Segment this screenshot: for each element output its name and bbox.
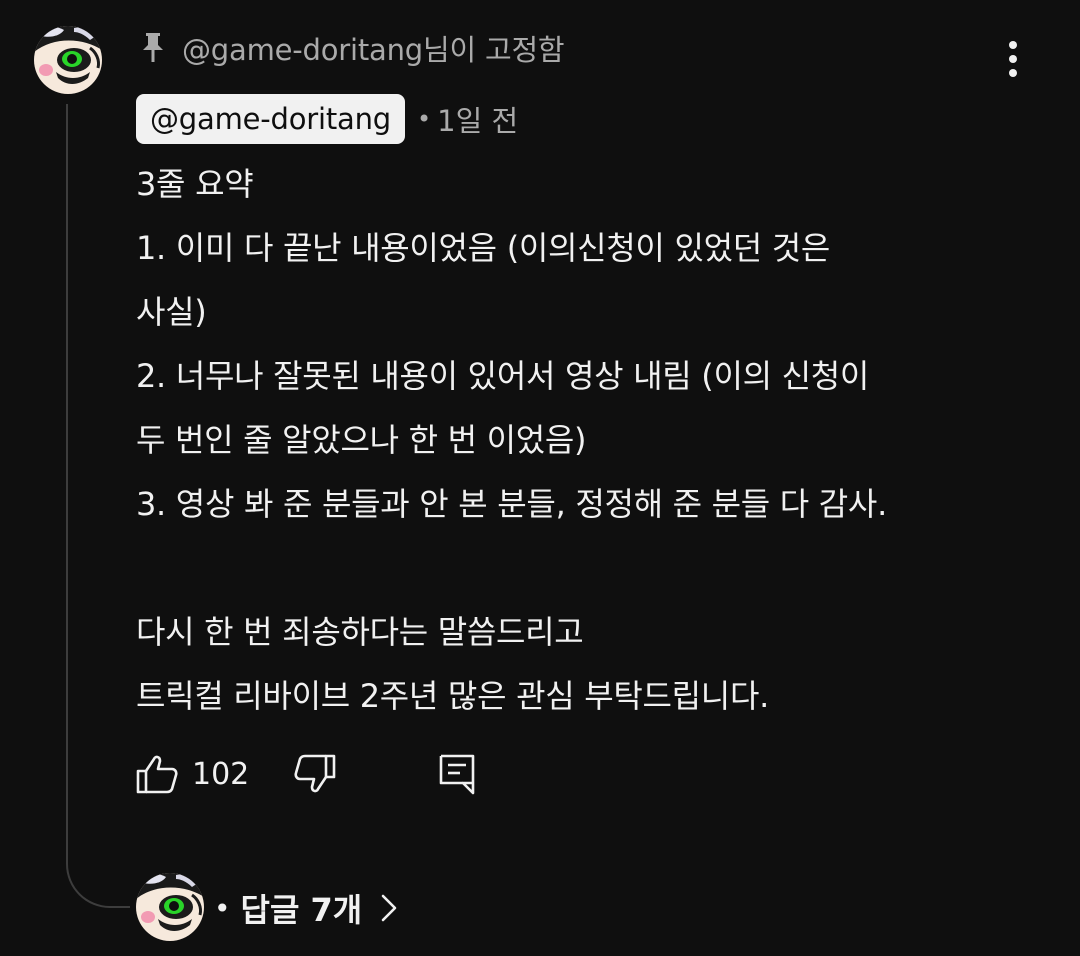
like-count: 102 xyxy=(192,756,250,792)
comment-line: 사실) xyxy=(136,293,207,331)
author-name-chip[interactable]: @game-doritang xyxy=(136,94,405,144)
pinned-indicator: @game-doritang님이 고정함 xyxy=(140,26,565,70)
comment-line xyxy=(136,536,1036,600)
header-separator: • xyxy=(417,105,432,133)
comment-line: 3. 영상 봐 준 분들과 안 본 분들, 정정해 준 분들 다 감사. xyxy=(136,485,887,523)
chevron-right-icon xyxy=(381,894,397,922)
reply-comment-icon xyxy=(439,754,475,795)
comment-text: 3줄 요약 1. 이미 다 끝난 내용이었음 (이의신청이 있었던 것은 사실)… xyxy=(136,152,1036,728)
thumbs-up-icon xyxy=(136,755,178,794)
comment-line: 1. 이미 다 끝난 내용이었음 (이의신청이 있었던 것은 xyxy=(136,229,831,267)
view-replies-button[interactable]: • 답글 7개 xyxy=(214,880,398,936)
comment-line: 3줄 요약 xyxy=(136,165,254,203)
reply-thread-line xyxy=(66,104,130,908)
reply-button[interactable] xyxy=(438,750,476,798)
pinned-by-text: @game-doritang님이 고정함 xyxy=(182,33,565,67)
pin-icon xyxy=(143,33,163,62)
replies-separator: • xyxy=(214,891,231,925)
comment-menu-button[interactable] xyxy=(990,36,1036,82)
comment-line: 두 번인 줄 알았으나 한 번 이었음) xyxy=(136,421,587,459)
comment-line: 2. 너무나 잘못된 내용이 있어서 영상 내림 (이의 신청이 xyxy=(136,357,870,395)
replies-count-label: 답글 7개 xyxy=(240,891,363,929)
comment-line: 다시 한 번 죄송하다는 말씀드리고 xyxy=(136,613,584,651)
dislike-button[interactable] xyxy=(294,750,336,798)
like-button[interactable]: 102 xyxy=(136,750,249,798)
comment-line: 트릭컬 리바이브 2주년 많은 관심 부탁드립니다. xyxy=(136,677,769,715)
comment-actions: 102 xyxy=(136,750,536,798)
commenter-avatar[interactable] xyxy=(34,26,102,94)
comment-header: @game-doritang • 1일 전 xyxy=(136,94,518,144)
more-vertical-icon xyxy=(1009,41,1017,77)
thumbs-down-icon xyxy=(294,754,336,793)
reply-author-avatar[interactable] xyxy=(136,873,204,941)
comment-timestamp[interactable]: 1일 전 xyxy=(437,98,518,140)
